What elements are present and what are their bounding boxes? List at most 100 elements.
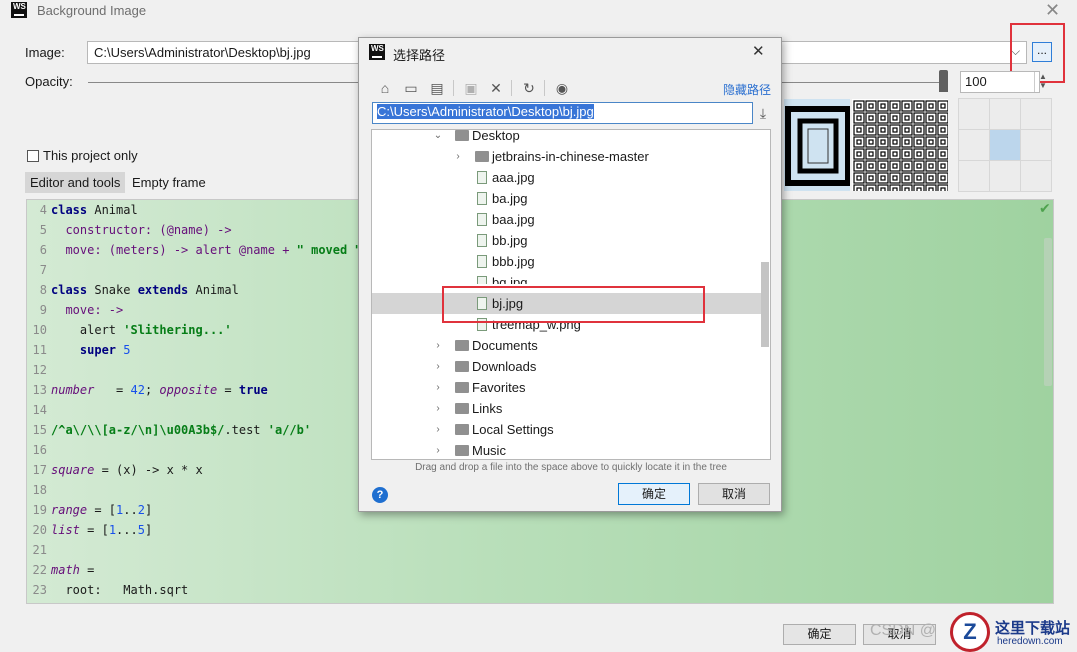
toolbar-separator [453, 80, 454, 96]
spinner-arrows-icon[interactable]: ▲ ▼ [1034, 72, 1051, 92]
tree-item-jetbrains[interactable]: › jetbrains-in-chinese-master [372, 146, 762, 167]
position-bottom[interactable] [990, 161, 1020, 191]
tree-item-desktop[interactable]: ⌄ Desktop [372, 130, 762, 146]
tree-item-file[interactable]: bbb.jpg [372, 251, 762, 272]
chevron-right-icon[interactable]: › [433, 335, 443, 356]
code-line: 14 [32, 403, 47, 417]
folder-icon [455, 130, 469, 141]
delete-icon[interactable]: ✕ [487, 79, 505, 97]
tab-editor-and-tools[interactable]: Editor and tools [25, 172, 126, 193]
position-bottom-left[interactable] [959, 161, 989, 191]
tree-item-label: Favorites [472, 380, 526, 395]
position-top-right[interactable] [1021, 99, 1051, 129]
tree-item-label: jetbrains-in-chinese-master [492, 149, 649, 164]
project-folder-icon[interactable]: ▤ [428, 79, 446, 97]
code-line: 6 move: (meters) -> alert @name + " move… [39, 243, 362, 257]
tab-empty-frame[interactable]: Empty frame [127, 172, 211, 193]
tree-item-music[interactable]: › Music [372, 440, 762, 459]
image-path-value: C:\Users\Administrator\Desktop\bj.jpg [94, 45, 311, 60]
new-folder-icon[interactable]: ▣ [462, 79, 480, 97]
tree-item-file[interactable]: baa.jpg [372, 209, 762, 230]
select-path-dialog: WS 选择路径 ✕ ⌂ ▭ ▤ ▣ ✕ ↻ ◉ 隐藏路径 C:\Users\Ad… [358, 37, 782, 512]
position-grid[interactable] [958, 98, 1052, 192]
tree-item-label: bb.jpg [492, 233, 528, 248]
tree-item-file[interactable]: bb.jpg [372, 230, 762, 251]
watermark-text: CSDN @ [870, 622, 937, 639]
folder-icon [475, 151, 489, 162]
code-line: 13 number = 42; opposite = true [32, 383, 268, 397]
code-line: 7 [39, 263, 47, 277]
code-line: 21 [32, 543, 47, 557]
project-only-label: This project only [43, 148, 138, 163]
app-logo-text: WS [13, 2, 26, 11]
tree-item-links[interactable]: › Links [372, 398, 762, 419]
close-icon[interactable]: ✕ [1045, 1, 1060, 19]
chevron-right-icon[interactable]: › [433, 419, 443, 440]
tree-item-favorites[interactable]: › Favorites [372, 377, 762, 398]
code-line: 9 move: -> [39, 303, 124, 317]
chevron-right-icon[interactable]: › [433, 356, 443, 377]
home-icon[interactable]: ⌂ [376, 79, 394, 97]
position-center[interactable] [990, 130, 1020, 160]
tree-item-downloads[interactable]: › Downloads [372, 356, 762, 377]
tree-item-label: ba.jpg [492, 191, 528, 206]
dialog-logo-icon: WS [369, 44, 385, 60]
chevron-right-icon[interactable]: › [453, 146, 463, 167]
path-input-value: C:\Users\Administrator\Desktop\bj.jpg [377, 104, 594, 119]
tree-scrollbar[interactable] [761, 262, 769, 347]
position-right[interactable] [1021, 130, 1051, 160]
code-line: 18 [32, 483, 47, 497]
chevron-right-icon[interactable]: › [433, 398, 443, 419]
selected-file-highlight [442, 286, 705, 323]
code-line: 11 super 5 [32, 343, 131, 357]
chevron-down-icon[interactable]: ⌄ [433, 130, 443, 146]
position-left[interactable] [959, 130, 989, 160]
code-line: 23 root: Math.sqrt [32, 583, 189, 597]
desktop-icon[interactable]: ▭ [402, 79, 420, 97]
tree-item-file[interactable]: aaa.jpg [372, 167, 762, 188]
dialog-ok-button[interactable]: 确定 [618, 483, 690, 505]
window-title: Background Image [37, 3, 147, 18]
chevron-right-icon[interactable]: › [433, 377, 443, 398]
tree-item-documents[interactable]: › Documents [372, 335, 762, 356]
folder-icon [455, 361, 469, 372]
image-file-icon [477, 234, 487, 247]
help-icon[interactable]: ? [372, 487, 388, 503]
code-line: 10 alert 'Slithering...' [32, 323, 232, 337]
toolbar-separator [544, 80, 545, 96]
tree-item-label: Links [472, 401, 503, 416]
position-bottom-right[interactable] [1021, 161, 1051, 191]
show-hidden-icon[interactable]: ◉ [553, 79, 571, 97]
tree-item-file[interactable]: bg.jpg [372, 272, 762, 284]
tree-item-label: baa.jpg [492, 212, 535, 227]
dialog-cancel-button[interactable]: 取消 [698, 483, 770, 505]
dialog-close-icon[interactable]: ✕ [752, 43, 765, 61]
image-file-icon [477, 255, 487, 268]
chevron-right-icon[interactable]: › [433, 440, 443, 459]
toolbar-separator [511, 80, 512, 96]
project-only-checkbox[interactable] [27, 150, 39, 162]
opacity-spinner[interactable]: 100 [960, 71, 1040, 93]
path-input[interactable]: C:\Users\Administrator\Desktop\bj.jpg [372, 102, 753, 124]
code-line: 4 class Animal [39, 203, 138, 217]
code-line: 19 range = [1..2] [32, 503, 153, 517]
folder-icon [455, 403, 469, 414]
position-top[interactable] [990, 99, 1020, 129]
site-logo-icon: Z [950, 612, 990, 652]
preview-tiled-image [852, 99, 948, 191]
tree-item-local-settings[interactable]: › Local Settings [372, 419, 762, 440]
image-file-icon [477, 192, 487, 205]
position-top-left[interactable] [959, 99, 989, 129]
tree-item-file[interactable]: ba.jpg [372, 188, 762, 209]
image-file-icon [477, 171, 487, 184]
check-icon: ✔ [1039, 200, 1051, 216]
preview-frame-image [784, 99, 850, 191]
ok-button[interactable]: 确定 [783, 624, 856, 645]
refresh-icon[interactable]: ↻ [520, 79, 538, 97]
hide-path-link[interactable]: 隐藏路径 [723, 81, 771, 98]
opacity-slider-thumb[interactable] [939, 70, 948, 92]
image-file-icon [477, 276, 487, 284]
tree-item-label: Downloads [472, 359, 537, 374]
editor-scrollbar[interactable] [1044, 238, 1052, 386]
download-icon[interactable]: ⤓ [754, 104, 772, 122]
